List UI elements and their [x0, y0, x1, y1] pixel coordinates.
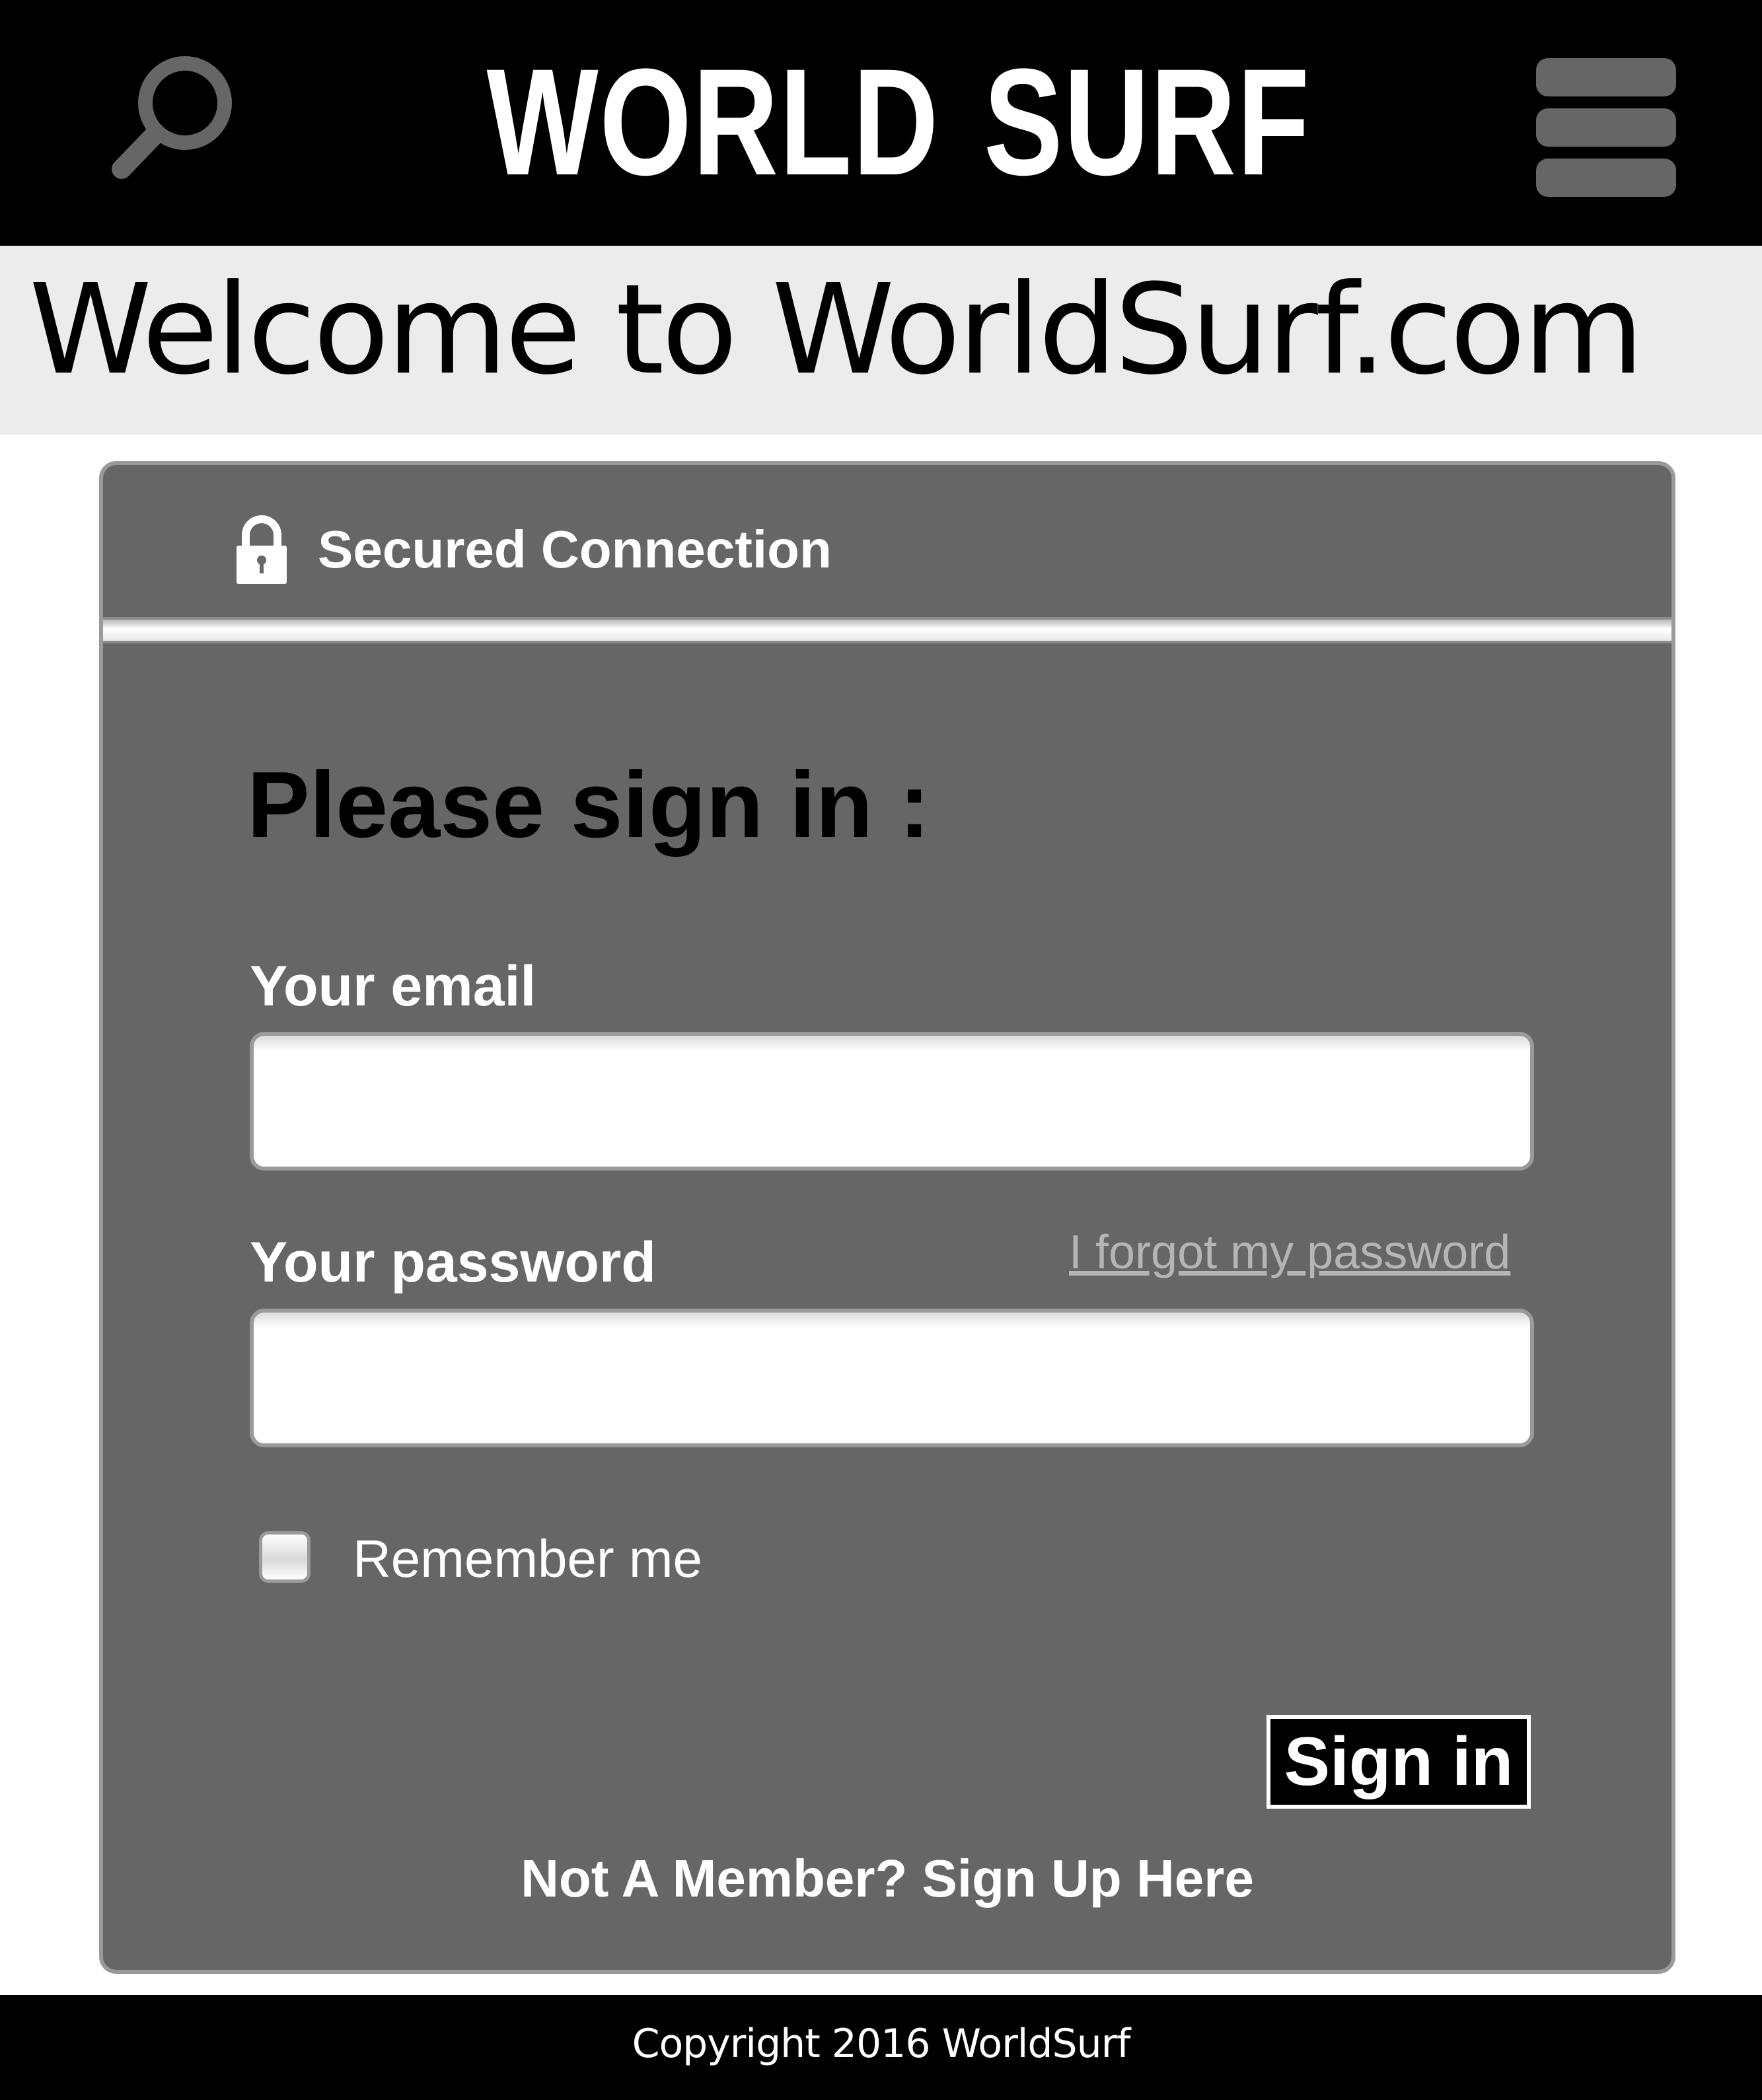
sign-in-button[interactable]: Sign in — [1266, 1715, 1531, 1809]
login-card: Secured Connection Please sign in : Your… — [99, 461, 1675, 1974]
card-divider — [103, 617, 1671, 643]
remember-me-checkbox[interactable] — [259, 1531, 311, 1583]
brand-logo[interactable]: WORLD SURF — [487, 36, 1309, 208]
menu-button[interactable] — [1536, 58, 1676, 197]
email-label: Your email — [250, 955, 536, 1018]
footer: Copyright 2016 WorldSurf — [0, 1995, 1762, 2100]
top-navigation-bar: WORLD SURF — [0, 0, 1762, 246]
menu-bar-line — [1536, 159, 1676, 197]
password-label: Your password — [250, 1231, 656, 1294]
sign-in-heading: Please sign in : — [247, 752, 930, 857]
copyright-text: Copyright 2016 WorldSurf — [632, 2021, 1131, 2067]
card-header: Secured Connection — [103, 465, 1671, 617]
menu-bar-line — [1536, 58, 1676, 96]
forgot-password-link[interactable]: I forgot my password — [1069, 1229, 1510, 1276]
remember-me-label[interactable]: Remember me — [353, 1533, 702, 1585]
lock-icon — [235, 515, 288, 584]
secured-connection-label: Secured Connection — [318, 520, 832, 579]
password-field[interactable] — [250, 1309, 1534, 1447]
sign-up-link[interactable]: Not A Member? Sign Up Here — [103, 1852, 1671, 1905]
welcome-banner: Welcome to WorldSurf.com — [0, 246, 1762, 435]
welcome-heading: Welcome to WorldSurf.com — [29, 258, 1644, 402]
search-icon — [112, 56, 232, 179]
search-button[interactable] — [99, 46, 264, 211]
email-field[interactable] — [250, 1032, 1534, 1171]
menu-bar-line — [1536, 108, 1676, 147]
